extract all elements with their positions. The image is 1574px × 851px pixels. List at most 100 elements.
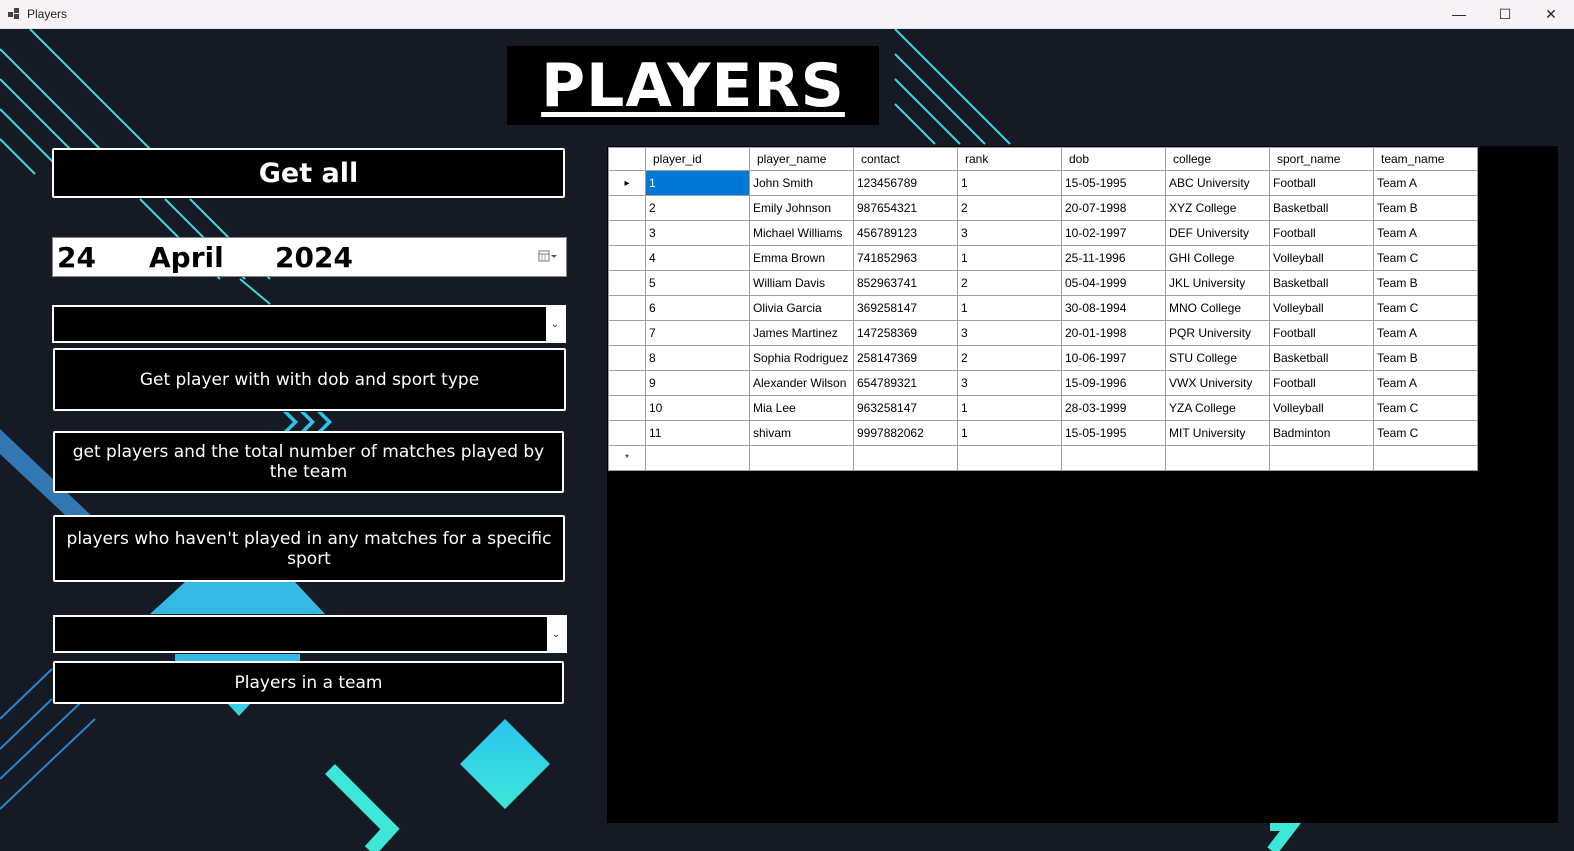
row-header[interactable] (608, 320, 646, 346)
table-row[interactable]: 5 William Davis 852963741 2 05-04-1999 JKL Un… (608, 270, 1478, 296)
table-cell[interactable] (1269, 445, 1374, 471)
table-cell[interactable]: James Martinez (749, 320, 854, 346)
table-cell[interactable]: Team B (1373, 345, 1478, 371)
table-cell[interactable]: Team C (1373, 295, 1478, 321)
table-cell[interactable]: 258147369 (853, 345, 958, 371)
table-cell[interactable]: 11 (645, 420, 750, 446)
table-row[interactable]: 11 shivam 9997882062 1 15-05-1995 MIT Univers… (608, 420, 1478, 446)
column-header[interactable]: player_name (749, 147, 854, 171)
table-cell[interactable]: 741852963 (853, 245, 958, 271)
table-cell[interactable]: DEF University (1165, 220, 1270, 246)
players-no-matches-button[interactable]: players who haven't played in any matche… (53, 515, 565, 582)
table-cell[interactable]: 2 (957, 345, 1062, 371)
table-cell[interactable]: John Smith (749, 170, 854, 196)
table-row[interactable]: 9 Alexander Wilson 654789321 3 15-09-1996 VWX… (608, 370, 1478, 396)
table-cell[interactable]: Team C (1373, 420, 1478, 446)
players-data-grid[interactable]: player_id player_name contact rank dob c… (607, 146, 1558, 823)
table-cell[interactable]: 2 (645, 195, 750, 221)
table-cell[interactable]: 4 (645, 245, 750, 271)
table-cell[interactable]: 3 (957, 320, 1062, 346)
table-cell[interactable] (1165, 445, 1270, 471)
table-cell[interactable]: 28-03-1999 (1061, 395, 1166, 421)
table-cell[interactable]: MIT University (1165, 420, 1270, 446)
table-cell[interactable]: Olivia Garcia (749, 295, 854, 321)
row-header[interactable] (608, 345, 646, 371)
table-cell[interactable] (957, 445, 1062, 471)
chevron-down-icon[interactable]: ⌄ (547, 617, 565, 651)
players-in-team-button[interactable]: Players in a team (53, 661, 564, 704)
table-cell[interactable]: Team C (1373, 395, 1478, 421)
table-cell[interactable]: 3 (645, 220, 750, 246)
table-cell[interactable]: 1 (957, 245, 1062, 271)
table-cell[interactable]: Football (1269, 220, 1374, 246)
table-cell[interactable]: ABC University (1165, 170, 1270, 196)
table-cell[interactable]: Mia Lee (749, 395, 854, 421)
table-cell[interactable] (645, 445, 750, 471)
table-row[interactable]: ▸ 1 John Smith 123456789 1 15-05-1995 ABC Univ… (608, 170, 1478, 196)
table-cell[interactable]: 2 (957, 270, 1062, 296)
table-cell[interactable] (853, 445, 958, 471)
table-cell[interactable]: 9 (645, 370, 750, 396)
row-header[interactable] (608, 295, 646, 321)
table-cell[interactable]: 25-11-1996 (1061, 245, 1166, 271)
table-cell[interactable]: William Davis (749, 270, 854, 296)
table-cell[interactable]: 8 (645, 345, 750, 371)
column-header[interactable]: team_name (1373, 147, 1478, 171)
table-row[interactable]: 3 Michael Williams 456789123 3 10-02-1997 DEF… (608, 220, 1478, 246)
table-cell[interactable]: 5 (645, 270, 750, 296)
table-cell[interactable]: 654789321 (853, 370, 958, 396)
table-cell[interactable]: PQR University (1165, 320, 1270, 346)
table-cell[interactable]: Michael Williams (749, 220, 854, 246)
table-cell[interactable]: Team B (1373, 270, 1478, 296)
table-cell[interactable]: Emily Johnson (749, 195, 854, 221)
table-cell[interactable]: Alexander Wilson (749, 370, 854, 396)
table-cell[interactable]: 963258147 (853, 395, 958, 421)
row-header[interactable] (608, 270, 646, 296)
table-cell[interactable]: 05-04-1999 (1061, 270, 1166, 296)
row-header[interactable] (608, 245, 646, 271)
table-cell[interactable]: 1 (957, 170, 1062, 196)
table-cell[interactable]: GHI College (1165, 245, 1270, 271)
table-cell[interactable]: 1 (957, 420, 1062, 446)
table-cell[interactable]: 20-07-1998 (1061, 195, 1166, 221)
column-header[interactable]: sport_name (1269, 147, 1374, 171)
table-cell[interactable]: shivam (749, 420, 854, 446)
table-cell[interactable]: Team A (1373, 320, 1478, 346)
new-row-header[interactable]: * (608, 445, 646, 471)
table-cell[interactable]: JKL University (1165, 270, 1270, 296)
table-cell[interactable]: Volleyball (1269, 395, 1374, 421)
table-cell[interactable]: Volleyball (1269, 245, 1374, 271)
table-cell[interactable]: 852963741 (853, 270, 958, 296)
table-cell[interactable]: YZA College (1165, 395, 1270, 421)
table-cell[interactable]: 3 (957, 370, 1062, 396)
sport-type-combobox[interactable]: ⌄ (52, 305, 566, 343)
table-cell[interactable]: VWX University (1165, 370, 1270, 396)
table-row[interactable]: 4 Emma Brown 741852963 1 25-11-1996 GHI Colle… (608, 245, 1478, 271)
table-row[interactable]: 7 James Martinez 147258369 3 20-01-1998 PQR U… (608, 320, 1478, 346)
column-header[interactable]: contact (853, 147, 958, 171)
table-cell[interactable]: Badminton (1269, 420, 1374, 446)
get-player-dob-sport-button[interactable]: Get player with with dob and sport type (53, 348, 566, 411)
table-cell[interactable] (1061, 445, 1166, 471)
row-header[interactable]: ▸ (608, 170, 646, 196)
row-header[interactable] (608, 195, 646, 221)
table-cell[interactable]: Football (1269, 170, 1374, 196)
team-combobox[interactable]: ⌄ (53, 615, 567, 653)
table-cell[interactable]: 123456789 (853, 170, 958, 196)
table-cell[interactable]: 2 (957, 195, 1062, 221)
table-row[interactable]: 6 Olivia Garcia 369258147 1 30-08-1994 MNO Co… (608, 295, 1478, 321)
table-cell[interactable]: 7 (645, 320, 750, 346)
table-cell[interactable] (749, 445, 854, 471)
table-cell[interactable]: Team B (1373, 195, 1478, 221)
table-cell[interactable]: Emma Brown (749, 245, 854, 271)
close-button[interactable]: ✕ (1528, 0, 1574, 28)
row-header-corner[interactable] (608, 147, 646, 171)
table-cell[interactable]: 15-09-1996 (1061, 370, 1166, 396)
get-players-matches-button[interactable]: get players and the total number of matc… (53, 431, 564, 493)
table-row[interactable]: 2 Emily Johnson 987654321 2 20-07-1998 XYZ Co… (608, 195, 1478, 221)
table-cell[interactable]: 6 (645, 295, 750, 321)
table-row[interactable]: 10 Mia Lee 963258147 1 28-03-1999 YZA College… (608, 395, 1478, 421)
row-header[interactable] (608, 220, 646, 246)
table-cell[interactable]: MNO College (1165, 295, 1270, 321)
table-cell[interactable]: 10-06-1997 (1061, 345, 1166, 371)
